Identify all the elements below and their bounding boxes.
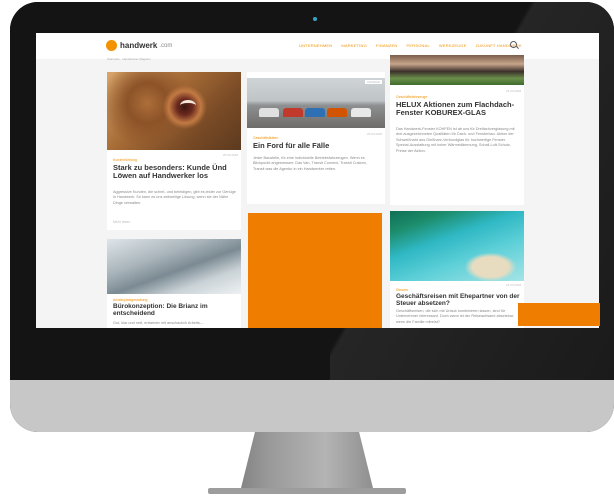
- article-card-beach[interactable]: 24.04.2018 Steuern Geschäftsreisen mit E…: [390, 211, 524, 328]
- van-red: [283, 108, 303, 117]
- webcam-icon: [313, 17, 317, 21]
- promo-block[interactable]: [248, 213, 382, 328]
- article-title[interactable]: Ein Ford für alle Fälle: [253, 142, 381, 150]
- search-icon[interactable]: [510, 41, 517, 48]
- lion-image: [107, 72, 241, 150]
- van-white-2: [351, 108, 371, 117]
- article-teaser: Jeder Baustelle, für eine individuelle B…: [253, 156, 367, 171]
- article-title[interactable]: Geschäftsreisen mit Ehepartner von der S…: [396, 293, 520, 307]
- article-title[interactable]: Stark zu besonders: Kunde Ünd Löwen auf …: [113, 164, 237, 180]
- beach-image: [390, 211, 524, 281]
- article-date: 23.04.2018: [366, 132, 382, 136]
- article-teaser: Das Handwerk-Fenster KOHFEN ist ab uns f…: [396, 127, 515, 153]
- article-date: 24.04.2018: [505, 283, 521, 287]
- browser-screen: handwerk .com UNTERNEHMEN MARKETING FINA…: [36, 33, 599, 328]
- article-category[interactable]: Arbeitsplatzgestaltung: [113, 298, 147, 302]
- main-nav: UNTERNEHMEN MARKETING FINANZEN PERSONAL …: [299, 43, 522, 48]
- article-teaser: Gut, klar und nett, entweder mit anschau…: [113, 321, 205, 325]
- van-blue: [305, 108, 325, 117]
- article-title[interactable]: Bürokonzeption: Die Brianz im entscheide…: [113, 303, 237, 317]
- ford-vans-image: [247, 78, 385, 128]
- article-category[interactable]: Geschäftsfahrzeuge: [396, 95, 427, 99]
- logo-suffix: .com: [159, 42, 173, 49]
- nav-item-personal[interactable]: PERSONAL: [407, 43, 430, 48]
- article-category[interactable]: Geschäftsflotten: [253, 136, 278, 140]
- article-category[interactable]: Steuern: [396, 288, 408, 292]
- van-orange: [327, 108, 347, 117]
- nav-item-finanzen[interactable]: FINANZEN: [376, 43, 398, 48]
- article-category[interactable]: Kundenführung: [113, 158, 137, 162]
- article-teaser: Aggressive Kunden, die schrei- und belei…: [113, 190, 236, 205]
- site-logo[interactable]: handwerk .com: [106, 40, 172, 51]
- logo-text: handwerk: [120, 41, 158, 50]
- sponsored-badge: ANZEIGE: [364, 80, 382, 84]
- office-image: [107, 239, 241, 294]
- article-card-lion[interactable]: 25.04.2018 Kundenführung Stark zu besond…: [107, 72, 241, 230]
- breadcrumb[interactable]: Startseite · Handwerker Magazin: [107, 57, 151, 61]
- nav-item-werkzeuge[interactable]: WERKZEUGE: [439, 43, 467, 48]
- nav-item-marketing[interactable]: MARKETING: [341, 43, 367, 48]
- monitor-stand: [240, 432, 374, 492]
- article-card-office[interactable]: Arbeitsplatzgestaltung Bürokonzeption: D…: [107, 239, 241, 328]
- article-teaser: Geschäftsreisen, die sich mit Urlaub kom…: [396, 309, 514, 324]
- article-card-helux[interactable]: 24.04.2018 Geschäftsfahrzeuge HELUX Akti…: [390, 55, 524, 205]
- read-more-link[interactable]: Mehr lesen: [113, 220, 130, 224]
- article-date: 24.04.2018: [505, 89, 521, 93]
- logo-mark-icon: [106, 40, 117, 51]
- monitor-chin: [10, 380, 614, 432]
- lion-teeth: [180, 100, 196, 111]
- article-date: 25.04.2018: [222, 153, 238, 157]
- article-card-ford[interactable]: ANZEIGE 23.04.2018 Geschäftsflotten Ein …: [247, 72, 385, 204]
- nav-item-unternehmen[interactable]: UNTERNEHMEN: [299, 43, 332, 48]
- van-white: [259, 108, 279, 117]
- monitor-stand-base: [208, 488, 406, 494]
- orange-accent-bar: [518, 303, 600, 326]
- building-image: [390, 55, 524, 85]
- article-title[interactable]: HELUX Aktionen zum Flachdach-Fenster KOB…: [396, 101, 520, 117]
